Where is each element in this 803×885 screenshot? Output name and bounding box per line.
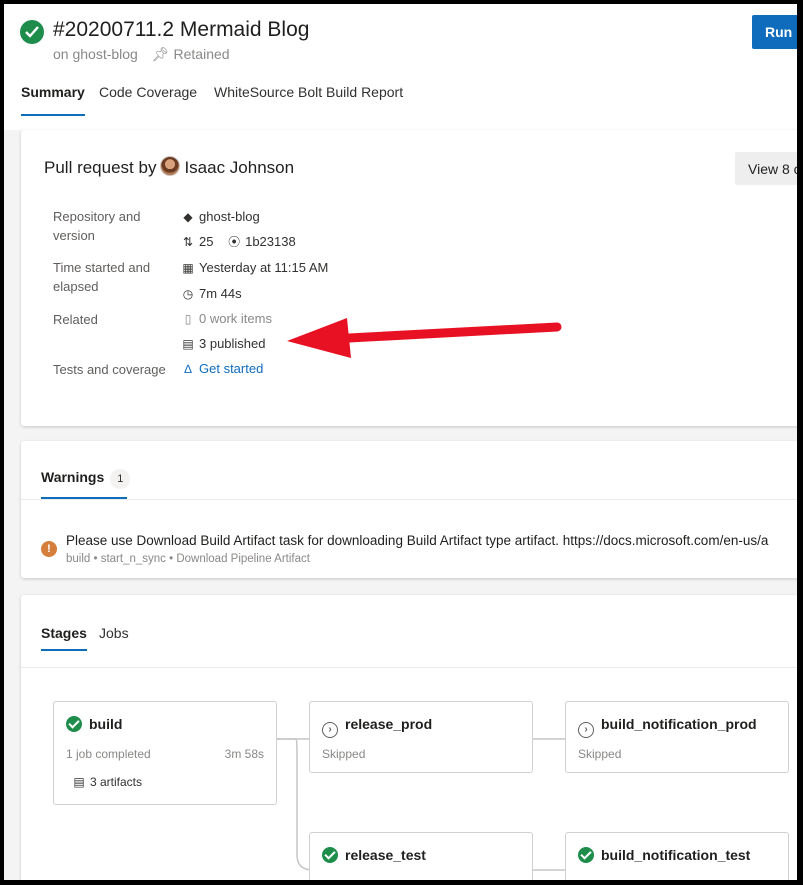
run-new-button[interactable]: Run n (752, 15, 797, 49)
get-started-link[interactable]: ∆ Get started (181, 360, 263, 378)
run-title: #20200711.2 Mermaid Blog (53, 18, 310, 41)
retained-label: Retained (173, 46, 230, 62)
view-changes-button[interactable]: View 8 c (735, 152, 797, 185)
stage-name: › release_prod (322, 716, 432, 738)
repository-value[interactable]: ◆ ghost-blog (181, 208, 259, 226)
pr-prefix: Pull request by (44, 158, 157, 177)
stage-name: release_test (322, 847, 426, 863)
started-value: ▦ Yesterday at 11:15 AM (182, 260, 329, 275)
artifact-icon: ▤ (182, 337, 194, 351)
pr-author[interactable]: Isaac Johnson (184, 158, 294, 177)
elapsed-value: ◷ 7m 44s (182, 286, 242, 301)
commit-icon: ⦿ (228, 235, 241, 249)
calendar-icon: ▦ (182, 261, 194, 275)
success-icon (322, 847, 338, 863)
success-icon (66, 716, 82, 732)
warnings-card: Warnings 1 ! Please use Download Build Ar… (21, 441, 797, 578)
pr-heading: Pull request by Isaac Johnson (44, 156, 294, 178)
stages-card: Stages Jobs build 1 job completed 3m 58s… (21, 595, 797, 880)
success-icon (20, 20, 44, 44)
summary-card: Pull request by Isaac Johnson View 8 c Re… (21, 130, 797, 426)
warning-source: build • start_n_sync • Download Pipeline… (66, 553, 310, 565)
pr-number-link[interactable]: 25 (199, 234, 213, 249)
run-header: #20200711.2 Mermaid Blog on ghost-blog 📌… (4, 4, 797, 130)
warning-icon: ! (41, 541, 57, 557)
pin-icon: 📌︎ (151, 46, 170, 62)
commit-link[interactable]: 1b23138 (245, 234, 296, 249)
stage-build-notification-test[interactable]: build_notification_test (565, 832, 789, 880)
stage-build-notification-prod[interactable]: › build_notification_prod Skipped (565, 701, 789, 773)
stage-name: build (66, 716, 122, 732)
stage-release-test[interactable]: release_test (309, 832, 533, 880)
divider (21, 499, 797, 500)
success-icon (578, 847, 594, 863)
work-items-value[interactable]: ▯ 0 work items (181, 310, 272, 328)
artifact-icon: ▤ (73, 775, 85, 789)
tests-label: Tests and coverage (53, 362, 166, 377)
stage-build[interactable]: build 1 job completed 3m 58s ▤ 3 artifact… (53, 701, 277, 805)
tab-whitesource-report[interactable]: WhiteSource Bolt Build Report (214, 84, 403, 100)
stage-status: Skipped (322, 747, 366, 761)
pull-request-icon: ⇅ (182, 235, 194, 249)
work-item-icon: ▯ (184, 312, 192, 326)
version-value: ⇅ 25 ⦿ 1b23138 (181, 233, 296, 251)
time-label: Time started and elapsed (53, 260, 151, 294)
related-label: Related (53, 312, 98, 327)
warning-message[interactable]: Please use Download Build Artifact task … (66, 533, 768, 548)
clock-icon: ◷ (182, 287, 194, 301)
tab-warnings[interactable]: Warnings 1 (41, 469, 131, 489)
run-subtitle: on ghost-blog 📌︎ Retained (53, 46, 230, 63)
stage-release-prod[interactable]: › release_prod Skipped (309, 701, 533, 773)
stage-status: 1 job completed (66, 747, 151, 761)
avatar (160, 156, 181, 176)
stage-name: › build_notification_prod (578, 716, 757, 738)
stage-name: build_notification_test (578, 847, 750, 863)
beaker-icon: ∆ (184, 362, 192, 376)
stage-artifacts-link[interactable]: ▤ 3 artifacts (72, 775, 142, 789)
stage-duration: 3m 58s (224, 747, 264, 761)
git-repo-icon: ◆ (183, 210, 193, 224)
skipped-icon: › (578, 722, 594, 738)
skipped-icon: › (322, 722, 338, 738)
stage-status: Skipped (578, 747, 622, 761)
tab-code-coverage[interactable]: Code Coverage (99, 84, 197, 100)
repository-label: Repository and version (53, 209, 141, 243)
pipeline-run-page: #20200711.2 Mermaid Blog on ghost-blog 📌… (4, 4, 797, 880)
tab-summary[interactable]: Summary (21, 84, 85, 116)
warnings-count-badge: 1 (110, 469, 131, 489)
published-artifacts-value[interactable]: ▤ 3 published (181, 335, 265, 353)
repo-link[interactable]: on ghost-blog (53, 46, 138, 62)
